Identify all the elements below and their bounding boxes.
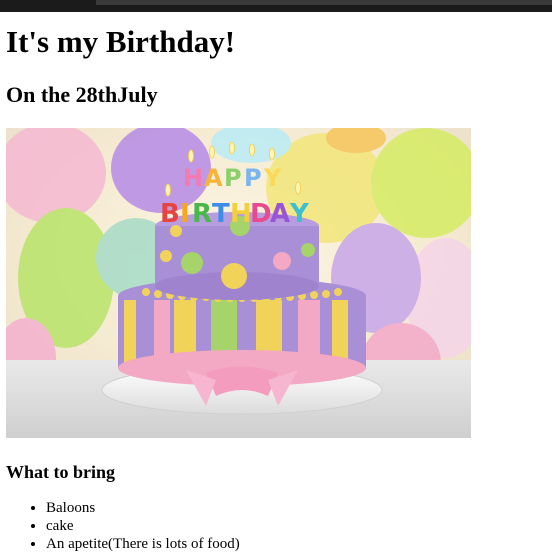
date-subheading: On the 28thJuly — [6, 82, 158, 107]
items-list: Baloons cake An apetite(There is lots of… — [6, 499, 546, 553]
list-item: Baloons — [46, 499, 546, 517]
page-heading: It's my Birthday! — [6, 24, 236, 59]
svg-text:H: H — [183, 164, 203, 192]
svg-text:A: A — [204, 164, 223, 192]
svg-text:T: T — [212, 199, 230, 229]
svg-text:P: P — [224, 164, 242, 192]
svg-text:R: R — [192, 199, 212, 229]
svg-text:Y: Y — [289, 199, 310, 229]
list-item: cake — [46, 517, 546, 535]
browser-top-bar — [0, 0, 552, 12]
svg-text:D: D — [250, 199, 272, 229]
svg-text:P: P — [244, 164, 262, 192]
list-item: An apetite(There is lots of food) — [46, 535, 546, 553]
svg-text:I: I — [180, 199, 190, 229]
section-title: What to bring — [6, 462, 116, 482]
svg-text:B: B — [160, 199, 180, 229]
svg-text:A: A — [270, 199, 290, 229]
svg-text:Y: Y — [263, 164, 282, 192]
birthday-cake-image: B I R T H D A Y H A P P Y — [6, 128, 471, 438]
page-content: It's my Birthday! On the 28thJuly B I R … — [6, 12, 546, 553]
svg-text:H: H — [230, 199, 252, 229]
browser-tab-strip — [96, 0, 552, 5]
